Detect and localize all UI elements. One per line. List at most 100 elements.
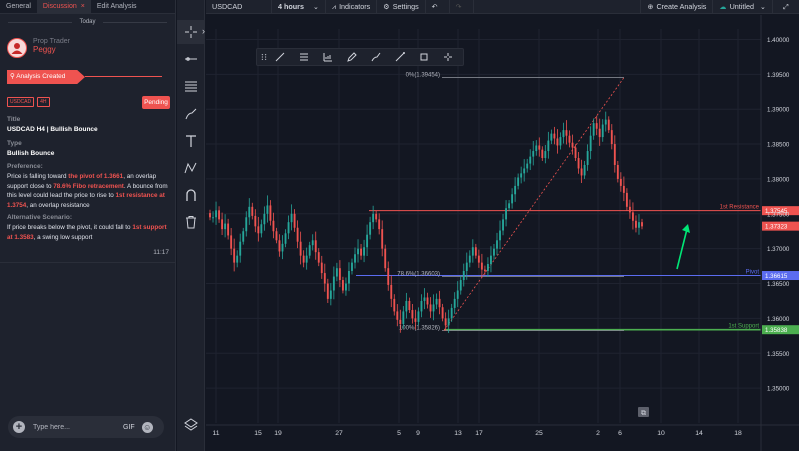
message-input[interactable] [31,422,119,432]
candle-body [544,151,547,159]
candle-body [396,311,399,320]
candle-body [541,149,544,159]
create-analysis-button[interactable]: ⊕ Create Analysis [640,0,714,14]
candle-body [628,206,631,213]
analysis-created-label: Analysis Created [16,73,66,80]
price-tick-label: 1.40000 [767,37,790,44]
time-tick-label: 14 [695,430,703,437]
indicators-button[interactable]: ⩘ Indicators [326,0,378,14]
candle-body [224,223,227,230]
author-name[interactable]: Peggy [33,45,70,54]
candle-body [556,138,559,146]
chevron-down-icon: ⌄ [759,1,766,11]
layout-name: Untitled [729,1,754,11]
candle-body [565,130,568,136]
time-tick-label: 10 [657,430,665,437]
time-tick-label: 5 [397,430,401,437]
candle-body [272,220,275,232]
candle-body [632,212,634,221]
close-icon[interactable]: × [81,3,85,10]
candle-body [302,255,305,263]
settings-button[interactable]: ⚙ Settings [377,0,426,14]
tab-edit-analysis[interactable]: Edit Analysis [91,0,143,14]
candle-body [345,283,347,291]
text-tool[interactable] [177,129,205,153]
candle-body [351,262,353,271]
add-attachment-icon[interactable]: + [13,421,25,433]
candle-body [468,255,471,263]
undo-button[interactable]: ↶ [426,0,450,14]
fullscreen-icon: ⤢ [783,1,789,11]
rectangle-tool[interactable] [412,49,436,65]
date-divider: Today [0,14,175,30]
fib-tool[interactable] [292,49,316,65]
pencil-tool[interactable] [340,49,364,65]
candle-body [372,213,375,223]
crosshair-tool-mini[interactable] [436,49,460,65]
candle-body [429,304,432,312]
candle-body [329,290,332,299]
candle-body [562,130,565,138]
brush-tool[interactable] [177,102,205,126]
candle-body [538,145,541,150]
candle-body [420,300,423,312]
line-tool[interactable] [388,49,412,65]
avatar[interactable] [7,38,27,58]
brush-icon [371,52,381,62]
symbol-search[interactable]: USDCAD [206,0,272,14]
trendline-tool[interactable] [268,49,292,65]
price-chart[interactable]: 1st Resistance1.37545Pivot1.366151st Sup… [206,15,799,451]
candle-body [233,248,236,263]
pencil-icon [347,52,357,62]
candle-body [260,224,263,234]
candle-body [230,235,233,249]
collapse-arrow-icon[interactable]: › [202,26,205,36]
emoji-icon[interactable]: ☺ [141,421,153,433]
symbol-badge: USDCAD [7,97,35,107]
redo-icon: ↷ [455,1,462,11]
candle-body [511,194,514,204]
candle-body [635,220,637,228]
line-icon [395,52,405,62]
layout-select[interactable]: ☁ Untitled ⌄ [713,0,773,14]
candle-body [290,213,293,223]
candle-body [308,245,311,256]
candle-body [568,135,571,143]
candle-body [287,222,290,234]
preference-text: Price is falling toward the pivot of 1.3… [7,173,168,209]
fullscreen-button[interactable]: ⤢ [773,0,799,14]
candle-body [369,222,372,235]
crosshair-tool[interactable] [177,20,205,44]
candle-body [432,304,435,312]
gif-button[interactable]: GIF [123,424,135,431]
redo-button[interactable]: ↷ [450,0,474,14]
magnet-tool[interactable] [177,183,205,207]
candle-body [553,133,556,139]
ruler-tool[interactable] [316,49,340,65]
candle-body [266,205,269,214]
pattern-tool[interactable] [177,156,205,180]
candle-body [311,240,314,246]
status-badge[interactable]: Pending [142,96,170,109]
last-price-label: 1.37323 [765,223,788,230]
alternative-label: Alternative Scenario: [7,214,73,221]
candle-body [366,234,369,248]
tab-general[interactable]: General [0,0,37,14]
candle-body [459,280,462,291]
candle-body [248,206,251,218]
price-tick-label: 1.37500 [767,211,790,218]
candle-body [384,248,387,269]
tab-discussion[interactable]: Discussion × [36,0,91,14]
object-tree-tool[interactable] [177,412,205,436]
fib-retracement-tool[interactable] [177,74,205,98]
tab-discussion-label: Discussion [42,2,77,10]
horizontal-line-tool[interactable] [177,47,205,71]
chart-lock-button[interactable]: ⧉ [638,407,649,417]
price-tick-label: 1.38000 [767,176,790,183]
candle-body [375,213,378,220]
candle-body [474,247,477,256]
drag-handle-icon[interactable] [260,49,268,65]
interval-select[interactable]: 4 hours ⌄ [272,0,326,14]
brush-tool-mini[interactable] [364,49,388,65]
delete-drawings-tool[interactable] [177,210,205,234]
